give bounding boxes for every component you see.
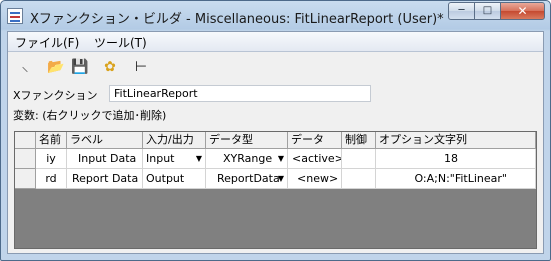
cell-datatype-dropdown[interactable]: XYRange	[206, 149, 288, 169]
maximize-button[interactable]: □	[474, 2, 501, 20]
app-icon	[7, 8, 23, 24]
app-window: Xファンクション・ビルダ - Miscellaneous: FitLinearR…	[0, 0, 551, 261]
xfunction-label: Xファンクション	[13, 89, 98, 102]
variables-grid: 名前 ラベル 入力/出力 データ型 データ 制御 オプション文字列 iy Inp…	[14, 131, 537, 249]
client-area: ファイル(F) ツール(T) ⸜ 📂 💾 ✿ ⊢ Xファンクション FitLin…	[7, 31, 544, 254]
menu-bar: ファイル(F) ツール(T)	[8, 32, 543, 52]
cell-data[interactable]: <active>	[288, 149, 342, 169]
row-header[interactable]	[15, 169, 36, 189]
column-header-data[interactable]: データ	[288, 132, 342, 149]
xfunction-name-input[interactable]: FitLinearReport	[109, 85, 371, 102]
column-header-name[interactable]: 名前	[36, 132, 67, 149]
close-button[interactable]: ✕	[500, 2, 545, 20]
menu-file[interactable]: ファイル(F)	[15, 34, 79, 51]
cell-option-string[interactable]: O:A;N:"FitLinear"	[376, 169, 536, 189]
menu-tools[interactable]: ツール(T)	[94, 34, 147, 51]
column-header-datatype[interactable]: データ型	[206, 132, 288, 149]
cell-control[interactable]	[342, 169, 376, 189]
cell-label[interactable]: Input Data	[67, 149, 143, 169]
cell-control[interactable]	[342, 149, 376, 169]
save-icon[interactable]: 💾	[71, 58, 89, 76]
cell-io-value[interactable]: Output	[143, 169, 206, 189]
magic-wand-icon[interactable]: ⸜	[16, 58, 34, 76]
variables-label: 変数: (右クリックで追加･削除)	[13, 109, 167, 122]
tree-view-icon[interactable]: ⊢	[132, 58, 150, 76]
column-header-control[interactable]: 制御	[342, 132, 376, 149]
title-bar[interactable]: Xファンクション・ビルダ - Miscellaneous: FitLinearR…	[1, 1, 550, 31]
minimize-button[interactable]: ─	[448, 2, 475, 20]
grid-corner[interactable]	[15, 132, 36, 149]
gear-icon[interactable]: ✿	[101, 58, 119, 76]
open-folder-icon[interactable]: 📂	[47, 58, 65, 76]
cell-name[interactable]: rd	[36, 169, 67, 189]
column-header-io[interactable]: 入力/出力	[143, 132, 206, 149]
row-header[interactable]	[15, 149, 36, 169]
column-header-label[interactable]: ラベル	[67, 132, 143, 149]
toolbar: ⸜ 📂 💾 ✿ ⊢	[8, 52, 543, 82]
cell-datatype-dropdown[interactable]: ReportData	[206, 169, 288, 189]
column-header-option-string[interactable]: オプション文字列	[376, 132, 536, 149]
cell-io-dropdown[interactable]: Input	[143, 149, 206, 169]
cell-option-string[interactable]: 18	[376, 149, 536, 169]
cell-label[interactable]: Report Data	[67, 169, 143, 189]
cell-name[interactable]: iy	[36, 149, 67, 169]
cell-data[interactable]: <new>	[288, 169, 342, 189]
window-title: Xファンクション・ビルダ - Miscellaneous: FitLinearR…	[30, 12, 444, 27]
